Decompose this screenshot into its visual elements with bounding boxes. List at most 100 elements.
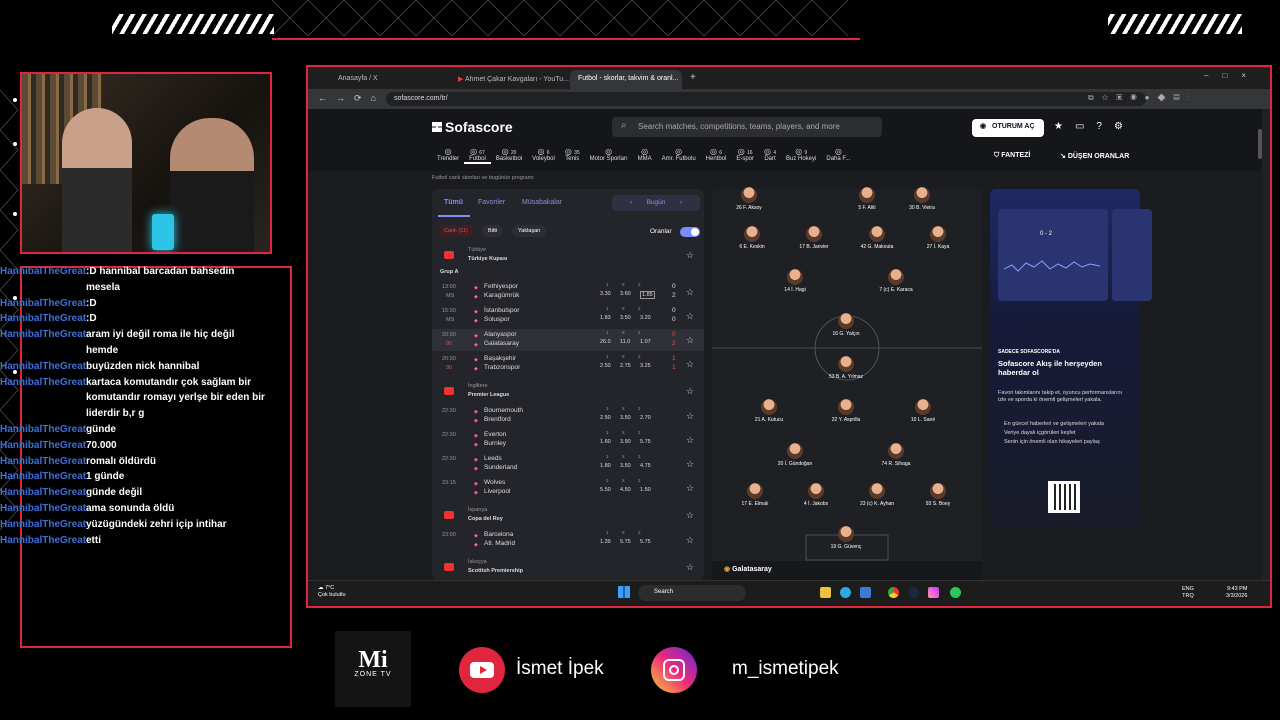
sport-tab[interactable]: ◎ 6 Hentbol: [701, 147, 732, 164]
lineup-player[interactable]: 22 Y. Asprilla: [816, 399, 876, 423]
favorite-star-icon[interactable]: ☆: [686, 535, 694, 546]
chat-message: yüzügündeki zehri içip intihar: [86, 518, 227, 530]
filter-finished[interactable]: Bitti: [482, 225, 504, 237]
favorite-star-icon[interactable]: ☆: [686, 459, 694, 470]
lineup-player[interactable]: 4 İ. Jakobs: [786, 483, 846, 507]
sport-tab[interactable]: ◎ MMA: [633, 147, 657, 164]
favorite-star-icon[interactable]: ☆: [686, 411, 694, 422]
lineup-player[interactable]: 21 A. Kutucu: [739, 399, 799, 423]
clock[interactable]: 9:43 PM 3/3/2026: [1226, 586, 1247, 600]
lineup-player[interactable]: 7 (c) E. Karaca: [866, 269, 926, 293]
match-row[interactable]: 13:00 MS ◆ ◆ Fethiyespor Karagümrük 1 X 2 3.30 3…: [432, 281, 704, 303]
tab-favorites[interactable]: Favoriler: [478, 199, 505, 206]
sport-tab[interactable]: ◎ 20 Basketbol: [491, 147, 527, 164]
favorite-star-icon[interactable]: ☆: [686, 287, 694, 298]
lineup-player[interactable]: 93 S. Boey: [908, 483, 968, 507]
lineup-player[interactable]: 6 E. Keskin: [722, 226, 782, 250]
filter-upcoming[interactable]: Yaklaşan: [512, 225, 547, 237]
sport-tab[interactable]: ◎ 35 Tenis: [560, 147, 585, 164]
fantasy-link[interactable]: ⛉ FANTEZİ: [994, 152, 1030, 160]
sport-tab[interactable]: ◎ Daha F...: [821, 147, 855, 164]
sport-tab[interactable]: ◎ 9 Buz Hokeyi: [781, 147, 821, 164]
sport-tab[interactable]: ◎ Motor Sporları: [585, 147, 633, 164]
sport-tab[interactable]: ◎ 67 Futbol: [464, 147, 491, 164]
match-row[interactable]: 22:30 ◆ ◆ Leeds Sunderland 1 X 2 1.80 3.50 4.75 ☆: [432, 453, 704, 475]
sofascore-logo[interactable]: Sofascore: [432, 119, 513, 135]
tab-competitions[interactable]: Müsabakalar: [522, 199, 562, 206]
favorite-star-icon[interactable]: ☆: [686, 510, 694, 521]
lineup-player[interactable]: 30 B. Vieira: [892, 187, 952, 211]
lineup-player[interactable]: 26 F. Aksoy: [719, 187, 779, 211]
dropping-odds-link[interactable]: ↘ DÜŞEN ORANLAR: [1060, 152, 1129, 160]
search-input[interactable]: ⌕ Search matches, competitions, teams, pl…: [612, 117, 882, 137]
lineup-player[interactable]: 53 B. A. Yılmaz: [816, 356, 876, 380]
sport-tab[interactable]: ◎ Amr. Futbolu: [657, 147, 701, 164]
login-button[interactable]: ◉ OTURUM AÇ: [972, 119, 1044, 137]
league-header[interactable]: Türkiye Türkiye Kupası ☆: [432, 245, 704, 267]
favorite-star-icon[interactable]: ☆: [686, 562, 694, 573]
qr-code-icon[interactable]: [1048, 481, 1080, 513]
sport-icon: ◎ 6: [537, 147, 550, 156]
lineup-player[interactable]: 5 F. Aliti: [837, 187, 897, 211]
steam-icon[interactable]: [908, 587, 919, 598]
lineup-player[interactable]: 17 E. Elmalı: [725, 483, 785, 507]
match-ox: 11.0: [620, 339, 631, 345]
lineup-player[interactable]: 17 B. Janvier: [784, 226, 844, 250]
league-header[interactable]: İspanya Copa del Rey ☆: [432, 505, 704, 527]
filter-live[interactable]: Canlı (11): [438, 225, 474, 237]
window-controls[interactable]: –□×: [1204, 71, 1260, 80]
favorite-star-icon[interactable]: ☆: [686, 359, 694, 370]
sport-tab[interactable]: ◎ 6 Voleybol: [527, 147, 560, 164]
lineup-player[interactable]: 74 R. Sihaga: [866, 443, 926, 467]
lineup-player[interactable]: 16 G. Yalçın: [816, 313, 876, 337]
tab-all[interactable]: Tümü: [444, 199, 463, 206]
sport-tab[interactable]: ◎ 4 Dart: [759, 147, 781, 164]
favorite-star-icon[interactable]: ☆: [686, 335, 694, 346]
odds-toggle[interactable]: [680, 227, 700, 237]
lineup-player[interactable]: 14 İ. Hagi: [765, 269, 825, 293]
tab-x[interactable]: Anasayfa / X: [330, 70, 450, 89]
taskbar-search[interactable]: Search: [638, 585, 746, 601]
lineup-player[interactable]: 10 L. Sané: [893, 399, 953, 423]
whatsapp-icon[interactable]: [950, 587, 961, 598]
scrollbar[interactable]: [1258, 129, 1262, 159]
lineup-player[interactable]: 42 G. Makouta: [847, 226, 907, 250]
lineup-player[interactable]: 19 G. Güvenç: [816, 526, 876, 550]
match-row[interactable]: 15:30 MS ◆ ◆ İstanbulspor Soluspor 1 X 2 1.83 3.…: [432, 305, 704, 327]
windows-start-icon[interactable]: [618, 586, 630, 598]
weather-widget[interactable]: ☁ 7°C Çok bulutlu: [318, 585, 346, 599]
favorite-star-icon[interactable]: ☆: [686, 435, 694, 446]
favorite-star-icon[interactable]: ☆: [686, 483, 694, 494]
nav-buttons[interactable]: ←→⟳⌂: [318, 93, 385, 104]
edge-icon[interactable]: [840, 587, 851, 598]
instagram-taskbar-icon[interactable]: [928, 587, 939, 598]
match-row[interactable]: 23:00 ◆ ◆ Barcelona Atl. Madrid 1 X 2 1.39 5.75…: [432, 529, 704, 551]
match-row[interactable]: 20:30 90 ◆ ◆ Başakşehir Trabzonspor 1 X 2 2.50 2…: [432, 353, 704, 375]
match-row[interactable]: 20:30 90 ◆ ◆ Alanyaspor Galatasaray 1 X 2 26.0 1…: [432, 329, 704, 351]
favorite-star-icon[interactable]: ☆: [686, 311, 694, 322]
league-header[interactable]: İskoçya Scottish Premiership ☆: [432, 557, 704, 579]
store-icon[interactable]: [860, 587, 871, 598]
match-row[interactable]: 22:30 ◆ ◆ Everton Burnley 1 X 2 1.60 3.90 5.75 ☆: [432, 429, 704, 451]
tab-sofascore[interactable]: Futbol - skorlar, takvim & oranl...: [570, 70, 682, 89]
chrome-icon[interactable]: [888, 587, 899, 598]
header-icons[interactable]: ★▭?⚙: [1054, 121, 1135, 132]
file-explorer-icon[interactable]: [820, 587, 831, 598]
lineup-player[interactable]: 23 (c) K. Ayhan: [847, 483, 907, 507]
language-indicator[interactable]: ENG TRQ: [1182, 586, 1194, 600]
lineup-player[interactable]: 27 İ. Kaya: [908, 226, 968, 250]
league-header[interactable]: İngiltere Premier League ☆: [432, 381, 704, 403]
favorite-star-icon[interactable]: ☆: [686, 386, 694, 397]
url-input[interactable]: sofascore.com/tr/: [386, 92, 1146, 106]
match-row[interactable]: 22:30 ◆ ◆ Bournemouth Brentford 1 X 2 2.50 3.50…: [432, 405, 704, 427]
favorite-star-icon[interactable]: ☆: [686, 250, 694, 261]
sport-tab[interactable]: ◎ 16 E-spor: [731, 147, 759, 164]
match-away: Atl. Madrid: [484, 540, 516, 547]
match-row[interactable]: 23:15 ◆ ◆ Wolves Liverpool 1 X 2 5.50 4.50 1.50 ☆: [432, 477, 704, 499]
browser-extension-icons[interactable]: ⧉☆▣◉●◆▤⋮: [1088, 93, 1198, 103]
new-tab-icon[interactable]: +: [690, 72, 696, 83]
date-picker[interactable]: ‹ Bugün ›: [612, 195, 700, 211]
tab-youtube[interactable]: ▶ Ahmet Çakar Kavgaları - YouTu...: [450, 70, 570, 89]
lineup-player[interactable]: 20 İ. Gündoğan: [765, 443, 825, 467]
sport-tab[interactable]: ◎ Trendler: [432, 147, 464, 164]
